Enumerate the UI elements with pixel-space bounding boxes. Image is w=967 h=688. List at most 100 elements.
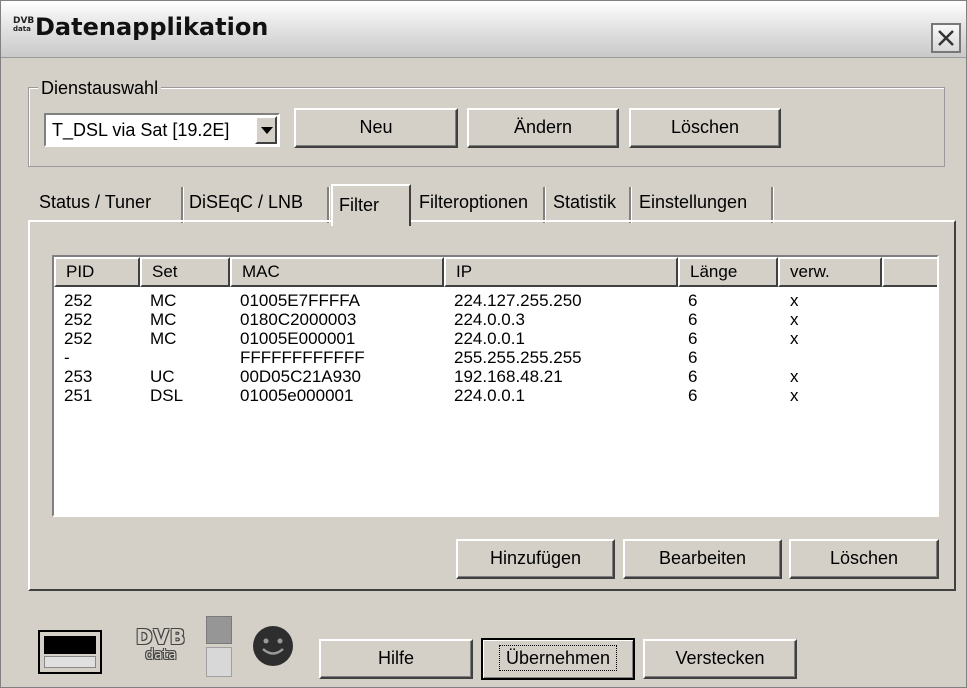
help-button[interactable]: Hilfe <box>319 639 473 679</box>
service-select-dropdown-button[interactable] <box>255 116 277 144</box>
tab-status-tuner-label: Status / Tuner <box>39 192 152 212</box>
service-selection-label: Dienstauswahl <box>38 78 162 99</box>
activity-led-top <box>206 616 232 644</box>
delete-service-button-label: Löschen <box>670 117 740 137</box>
cell-mac: 00D05C21A930 <box>240 367 361 386</box>
add-filter-button[interactable]: Hinzufügen <box>456 539 615 579</box>
column-header-filler <box>882 257 937 287</box>
tab-diseqc-lnb-label: DiSEqC / LNB <box>189 192 304 212</box>
cell-pid: 251 <box>64 386 93 405</box>
hide-button[interactable]: Verstecken <box>643 639 797 679</box>
application-window: DVB data Datenapplikation Dienstauswahl … <box>0 0 967 688</box>
close-icon <box>938 30 954 46</box>
delete-filter-button[interactable]: Löschen <box>789 539 939 579</box>
cell-set: DSL <box>150 386 184 405</box>
cell-mac: 01005e000001 <box>240 386 354 405</box>
column-header-mac-label: MAC <box>242 262 280 281</box>
tab-filteroptionen[interactable]: Filteroptionen <box>413 187 545 223</box>
cell-pid: 252 <box>64 329 93 348</box>
signal-status-indicator <box>38 630 102 674</box>
apply-button[interactable]: Übernehmen <box>481 638 635 680</box>
new-service-button[interactable]: Neu <box>294 108 458 148</box>
tab-filter-label: Filter <box>339 195 379 215</box>
cell-verw: x <box>790 329 799 348</box>
cell-set: MC <box>150 310 177 329</box>
filter-table-header: PID Set MAC IP Länge verw. <box>54 257 937 287</box>
column-header-laenge[interactable]: Länge <box>678 257 778 287</box>
cell-pid: 252 <box>64 291 93 310</box>
app-icon-text-top: DVB <box>13 16 35 26</box>
tab-statistik[interactable]: Statistik <box>547 187 631 223</box>
column-header-verw[interactable]: verw. <box>778 257 882 287</box>
signal-status-bar-bottom <box>44 656 96 668</box>
cell-verw: x <box>790 310 799 329</box>
cell-ip: 224.0.0.3 <box>454 310 525 329</box>
window-title: Datenapplikation <box>35 13 269 41</box>
cell-mac: FFFFFFFFFFFF <box>240 348 365 367</box>
column-header-set-label: Set <box>152 262 178 281</box>
cell-laenge: 6 <box>688 348 698 367</box>
cell-ip: 255.255.255.255 <box>454 348 582 367</box>
table-row[interactable]: 253 UC 00D05C21A930 192.168.48.21 6 x <box>54 367 934 386</box>
cell-verw: x <box>790 367 799 386</box>
help-button-label: Hilfe <box>377 648 414 668</box>
cell-ip: 224.0.0.1 <box>454 329 525 348</box>
column-header-verw-label: verw. <box>790 262 830 281</box>
cell-laenge: 6 <box>688 367 698 386</box>
delete-filter-button-label: Löschen <box>829 548 899 568</box>
column-header-ip[interactable]: IP <box>444 257 678 287</box>
column-header-ip-label: IP <box>456 262 473 281</box>
table-row[interactable]: - FFFFFFFFFFFF 255.255.255.255 6 <box>54 348 934 367</box>
title-bar[interactable]: DVB data Datenapplikation <box>1 1 966 58</box>
column-header-mac[interactable]: MAC <box>230 257 444 287</box>
cell-pid: - <box>64 348 70 367</box>
table-row[interactable]: 252 MC 01005E000001 224.0.0.1 6 x <box>54 329 934 348</box>
cell-laenge: 6 <box>688 291 698 310</box>
column-header-set[interactable]: Set <box>140 257 230 287</box>
cell-verw: x <box>790 291 799 310</box>
column-header-pid[interactable]: PID <box>54 257 140 287</box>
cell-ip: 192.168.48.21 <box>454 367 563 386</box>
hide-button-label: Verstecken <box>675 648 765 668</box>
column-header-laenge-label: Länge <box>690 262 738 281</box>
edit-filter-button-label: Bearbeiten <box>658 548 747 568</box>
cell-set: UC <box>150 367 175 386</box>
table-row[interactable]: 252 MC 01005E7FFFFA 224.127.255.250 6 x <box>54 291 934 310</box>
tab-statistik-label: Statistik <box>553 192 617 212</box>
tab-diseqc-lnb[interactable]: DiSEqC / LNB <box>183 187 329 223</box>
add-filter-button-label: Hinzufügen <box>489 548 582 568</box>
tab-einstellungen-label: Einstellungen <box>639 192 748 212</box>
filter-table[interactable]: PID Set MAC IP Länge verw. 252 MC 01005E… <box>52 255 939 517</box>
column-header-pid-label: PID <box>66 262 95 281</box>
cell-mac: 0180C2000003 <box>240 310 357 329</box>
service-select[interactable]: T_DSL via Sat [19.2E] <box>44 113 280 147</box>
cell-ip: 224.0.0.1 <box>454 386 525 405</box>
cell-laenge: 6 <box>688 386 698 405</box>
smiley-icon <box>253 626 293 666</box>
cell-set: MC <box>150 329 177 348</box>
change-service-button-label: Ändern <box>513 117 573 137</box>
cell-laenge: 6 <box>688 310 698 329</box>
tab-filteroptionen-label: Filteroptionen <box>419 192 529 212</box>
signal-status-bar-top <box>44 636 96 654</box>
dvb-data-logo: DVB data <box>135 626 187 662</box>
cell-set: MC <box>150 291 177 310</box>
table-row[interactable]: 252 MC 0180C2000003 224.0.0.3 6 x <box>54 310 934 329</box>
change-service-button[interactable]: Ändern <box>467 108 619 148</box>
cell-ip: 224.127.255.250 <box>454 291 582 310</box>
edit-filter-button[interactable]: Bearbeiten <box>623 539 782 579</box>
service-select-value: T_DSL via Sat [19.2E] <box>52 120 230 140</box>
cell-verw: x <box>790 386 799 405</box>
delete-service-button[interactable]: Löschen <box>629 108 781 148</box>
tab-einstellungen[interactable]: Einstellungen <box>633 187 773 223</box>
chevron-down-icon <box>261 127 273 134</box>
cell-pid: 252 <box>64 310 93 329</box>
tab-filter[interactable]: Filter <box>331 184 411 226</box>
close-button[interactable] <box>931 23 961 53</box>
cell-mac: 01005E7FFFFA <box>240 291 361 310</box>
table-row[interactable]: 251 DSL 01005e000001 224.0.0.1 6 x <box>54 386 934 405</box>
dvb-app-icon: DVB data <box>13 17 35 35</box>
tab-status-tuner[interactable]: Status / Tuner <box>33 187 183 223</box>
dvb-logo-text-top: DVB <box>135 625 187 649</box>
cell-laenge: 6 <box>688 329 698 348</box>
